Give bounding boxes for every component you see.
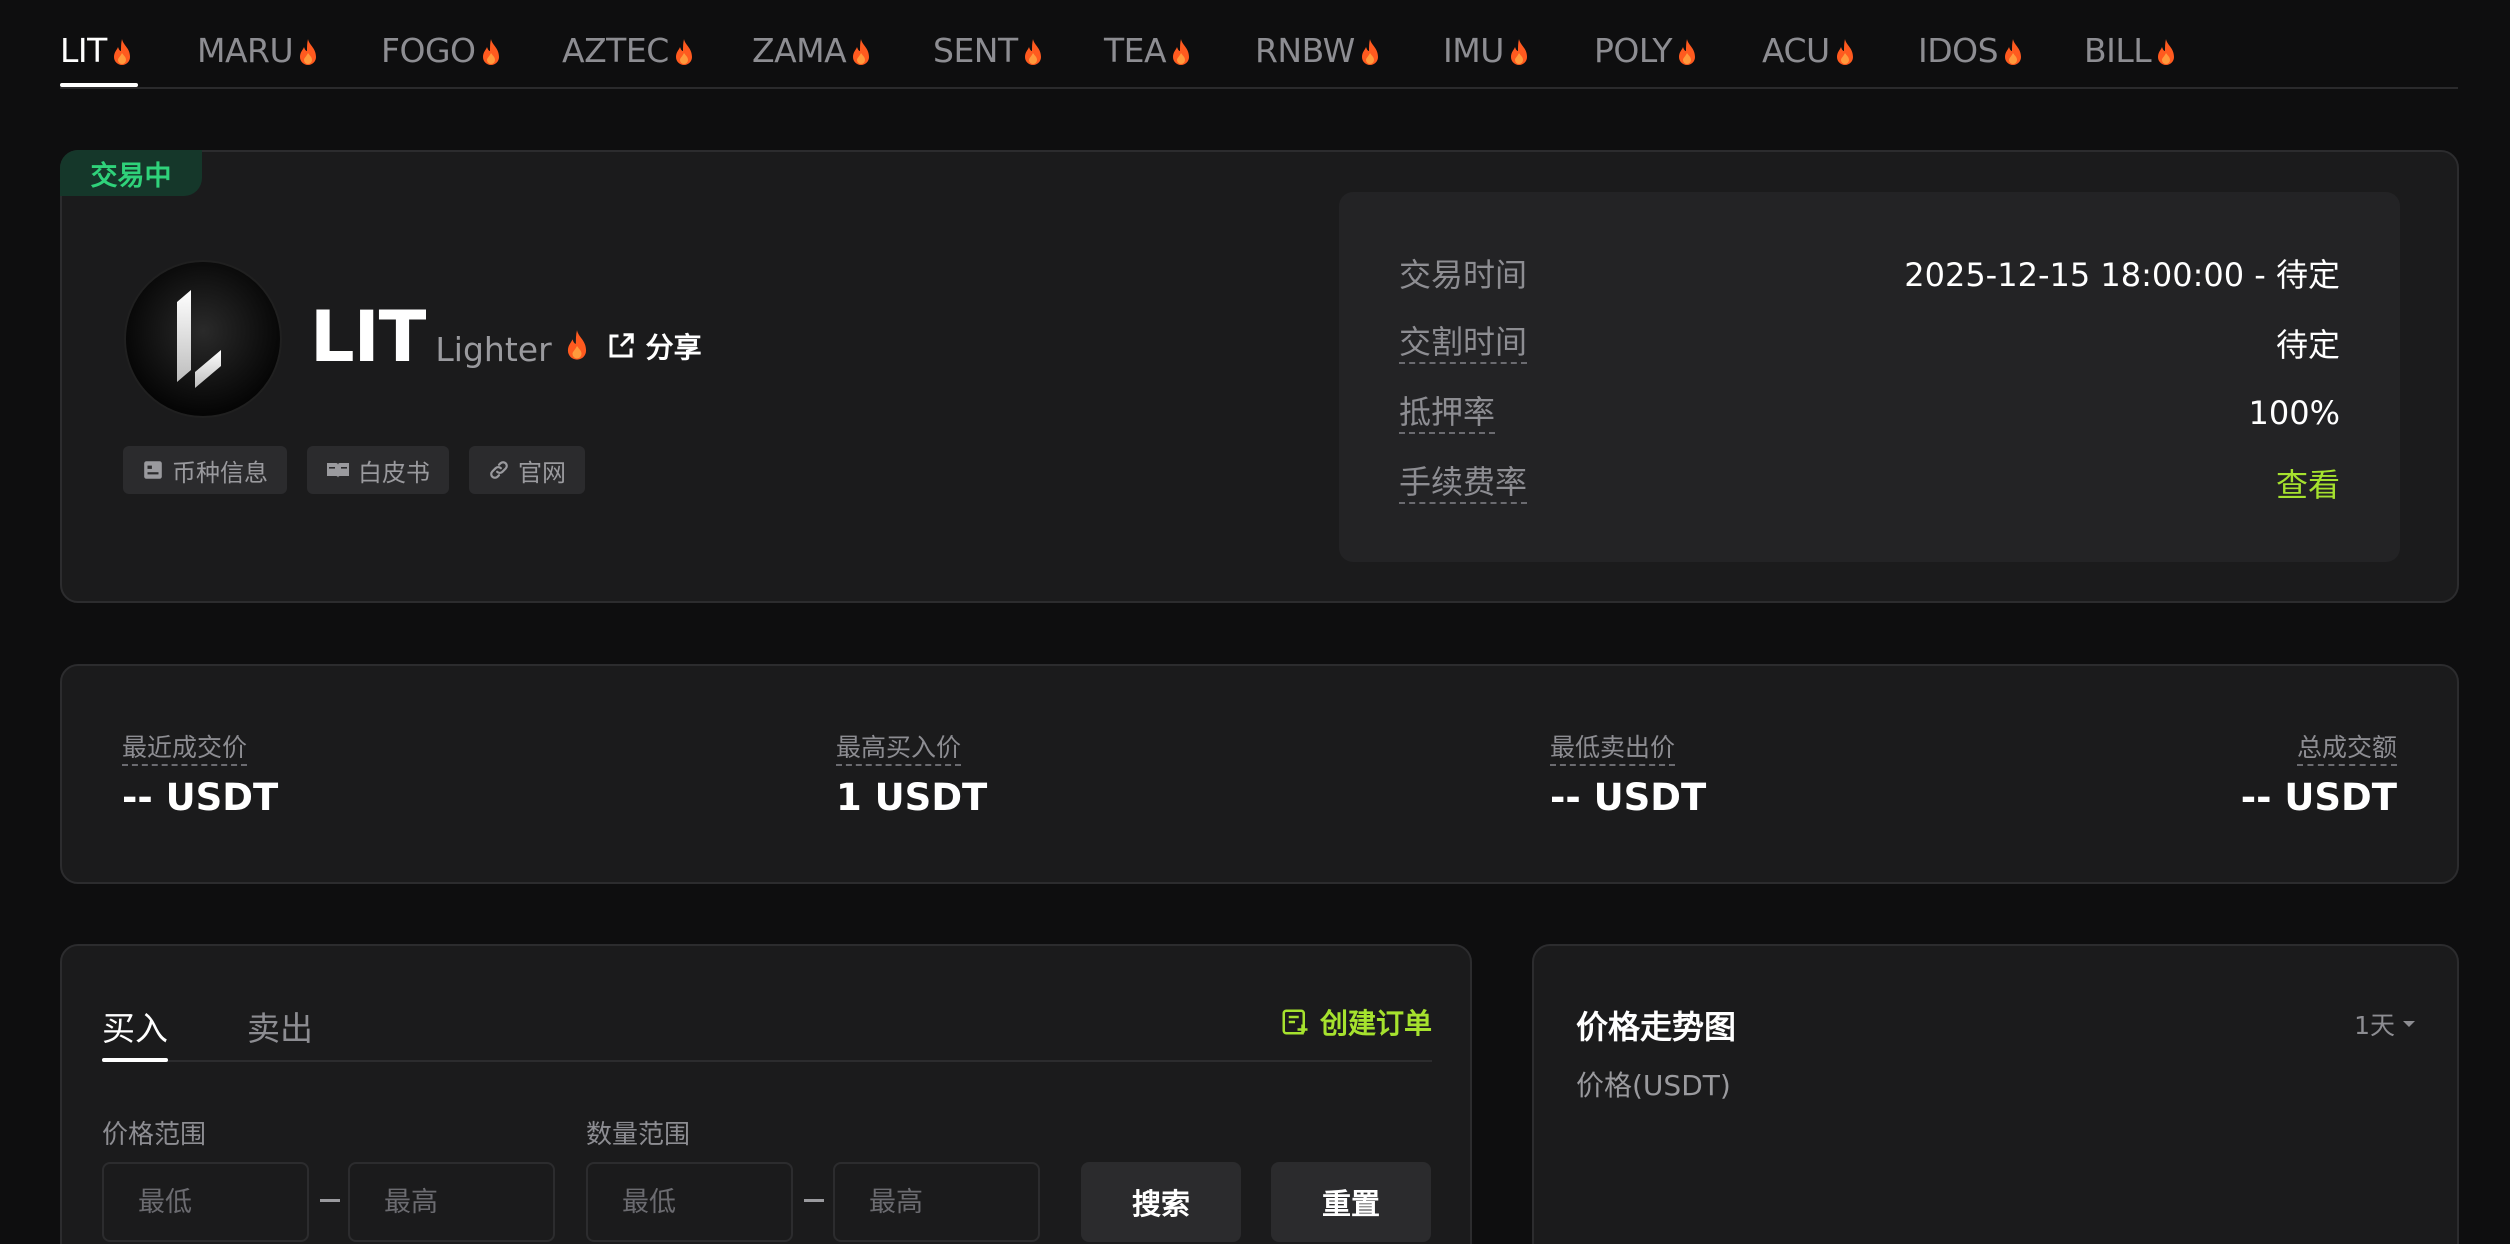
view-fee-link[interactable]: 查看 (2276, 460, 2340, 506)
stat-total-volume: 总成交额 -- USDT (2240, 733, 2397, 819)
flame-icon (1834, 37, 1856, 67)
detail-fee-rate: 手续费率 查看 (1399, 458, 2340, 508)
info-card-icon (144, 461, 162, 479)
active-side-indicator (102, 1058, 168, 1062)
price-max-input[interactable] (348, 1162, 555, 1242)
tab-sell[interactable]: 卖出 (247, 1002, 313, 1050)
tab-idos[interactable]: IDOS (1918, 28, 2024, 72)
price-min-input[interactable] (102, 1162, 309, 1242)
token-tab-bar: LIT MARU FOGO AZTEC ZAMA SENT TEA RNBW I… (60, 0, 2458, 89)
tab-maru[interactable]: MARU (197, 28, 319, 72)
link-icon (490, 461, 508, 479)
flame-icon (1508, 37, 1530, 67)
chart-range-select[interactable]: 1天 (2354, 1006, 2417, 1042)
reset-button[interactable]: 重置 (1271, 1162, 1431, 1242)
tab-zama[interactable]: ZAMA (752, 28, 872, 72)
flame-icon (1676, 37, 1698, 67)
lighter-logo-icon (177, 290, 221, 388)
tab-acu[interactable]: ACU (1762, 28, 1856, 72)
create-order-icon (1282, 1009, 1308, 1035)
flame-icon (673, 37, 695, 67)
external-share-icon (609, 333, 634, 358)
tab-bill[interactable]: BILL (2084, 28, 2177, 72)
stat-last-price: 最近成交价 -- USDT (122, 733, 279, 819)
detail-collateral-rate: 抵押率 100% (1399, 393, 2340, 434)
stat-highest-bid: 最高买入价 1 USDT (836, 733, 988, 819)
tab-tea[interactable]: TEA (1104, 28, 1192, 72)
tab-lit[interactable]: LIT (60, 28, 133, 72)
token-title-row: LIT Lighter 分享 (310, 296, 702, 378)
tab-poly[interactable]: POLY (1594, 28, 1698, 72)
token-logo (124, 260, 282, 418)
create-order-button[interactable]: 创建订单 (1280, 1002, 1432, 1042)
token-links: 币种信息 白皮书 官网 (123, 446, 585, 494)
market-stats-card: 最近成交价 -- USDT 最高买入价 1 USDT 最低卖出价 -- USDT… (60, 664, 2459, 884)
flame-icon (564, 329, 590, 363)
tab-fogo[interactable]: FOGO (381, 28, 502, 72)
quantity-min-input[interactable] (586, 1162, 793, 1242)
book-icon (327, 463, 349, 478)
order-side-tabs: 买入 卖出 创建订单 (102, 996, 1432, 1062)
flame-icon (1359, 37, 1381, 67)
quantity-range-label: 数量范围 (586, 1120, 691, 1150)
caret-down-icon (2403, 1021, 2415, 1027)
flame-icon (480, 37, 502, 67)
search-button[interactable]: 搜索 (1081, 1162, 1241, 1242)
chart-unit-label: 价格(USDT) (1576, 1069, 1731, 1102)
official-site-button[interactable]: 官网 (469, 446, 585, 494)
detail-delivery-time: 交割时间 待定 (1399, 323, 2340, 364)
flame-icon (850, 37, 872, 67)
range-separator (804, 1199, 824, 1202)
chart-title: 价格走势图 (1576, 1008, 1737, 1046)
detail-trading-time: 交易时间 2025-12-15 18:00:00 - 待定 (1399, 256, 2340, 294)
whitepaper-button[interactable]: 白皮书 (307, 446, 449, 494)
token-name: Lighter (435, 330, 552, 369)
flame-icon (1170, 37, 1192, 67)
tab-imu[interactable]: IMU (1443, 28, 1530, 72)
price-range-label: 价格范围 (102, 1120, 207, 1150)
token-symbol: LIT (310, 296, 426, 378)
flame-icon (2155, 37, 2177, 67)
tab-rnbw[interactable]: RNBW (1255, 28, 1381, 72)
order-book-card: 买入 卖出 创建订单 价格范围 数量范围 搜索 重置 (60, 944, 1472, 1244)
active-tab-indicator (60, 83, 138, 87)
price-chart-card: 价格走势图 1天 价格(USDT) (1532, 944, 2459, 1244)
token-info-card: 交易中 LIT Lighter 分享 币种信息 白皮书 官网 交易时间 2025… (60, 150, 2459, 603)
flame-icon (297, 37, 319, 67)
range-separator (320, 1199, 340, 1202)
flame-icon (2002, 37, 2024, 67)
quantity-max-input[interactable] (833, 1162, 1040, 1242)
tab-aztec[interactable]: AZTEC (562, 28, 695, 72)
coin-info-button[interactable]: 币种信息 (123, 446, 287, 494)
trading-details-panel: 交易时间 2025-12-15 18:00:00 - 待定 交割时间 待定 抵押… (1339, 192, 2400, 562)
share-button[interactable]: 分享 (606, 326, 702, 366)
status-badge: 交易中 (60, 150, 202, 196)
tab-sent[interactable]: SENT (933, 28, 1044, 72)
tab-buy[interactable]: 买入 (102, 1002, 168, 1050)
flame-icon (1022, 37, 1044, 67)
flame-icon (111, 37, 133, 67)
stat-lowest-ask: 最低卖出价 -- USDT (1550, 733, 1707, 819)
